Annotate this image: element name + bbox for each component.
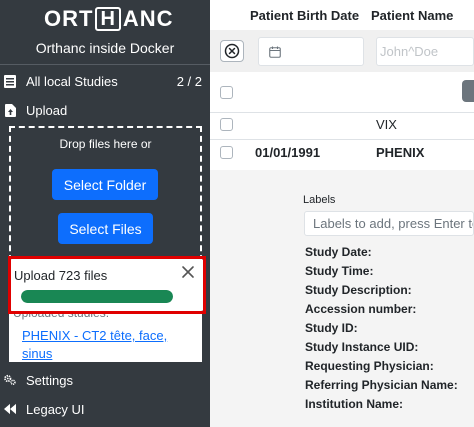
sidebar-subtitle: Orthanc inside Docker [35, 40, 175, 56]
field-study-instance-uid: Study Instance UID: [305, 340, 419, 354]
sidebar-item-label: Upload [26, 102, 68, 118]
uploaded-study-link[interactable]: PHENIX - CT2 tête, face, sinus [22, 327, 192, 363]
logo-text-h: H [95, 7, 121, 31]
field-study-description: Study Description: [305, 283, 412, 297]
sidebar-item-label: All local Studies [26, 73, 118, 89]
field-study-date: Study Date: [305, 245, 372, 259]
select-folder-button[interactable]: Select Folder [52, 169, 158, 200]
field-requesting-physician: Requesting Physician: [305, 359, 434, 373]
row-checkbox[interactable] [220, 146, 233, 159]
gears-icon [4, 373, 16, 387]
logo-text-right: ANC [122, 6, 174, 31]
sidebar-item-settings[interactable]: Settings [0, 368, 210, 392]
table-header: Patient Birth Date Patient Name [210, 0, 474, 30]
cell-patient-name[interactable]: VIX [376, 117, 397, 132]
circle-x-icon [224, 43, 240, 59]
select-files-button[interactable]: Select Files [58, 213, 153, 244]
row-checkbox[interactable] [220, 118, 233, 131]
patient-name-filter[interactable] [376, 37, 474, 66]
cell-patient-name[interactable]: PHENIX [376, 145, 424, 160]
toast-highlight-frame [8, 256, 206, 314]
field-institution-name: Institution Name: [305, 397, 403, 411]
sidebar-divider [0, 64, 210, 65]
sidebar-item-all-local-studies[interactable]: All local Studies 2 / 2 [0, 69, 210, 93]
studies-panel: Patient Birth Date Patient Name VIX 01/0… [210, 0, 474, 427]
calendar-icon [269, 46, 281, 58]
row-divider [210, 112, 474, 113]
sidebar-item-label: Legacy UI [26, 401, 85, 417]
sidebar: ORT H ANC Orthanc inside Docker All loca… [0, 0, 210, 427]
row-divider [210, 139, 474, 140]
drop-instructions: Drop files here or [59, 137, 152, 151]
field-accession-number: Accession number: [305, 302, 417, 316]
orthanc-logo[interactable]: ORT H ANC [44, 6, 174, 31]
column-header-patient-name[interactable]: Patient Name [371, 8, 453, 23]
cell-birth-date[interactable]: 01/01/1991 [255, 145, 320, 160]
field-study-id: Study ID: [305, 321, 358, 335]
sidebar-item-label: Settings [26, 372, 73, 388]
toolbar-toggle-tab[interactable] [462, 80, 474, 102]
list-icon [4, 74, 16, 88]
birth-date-filter[interactable] [258, 37, 364, 66]
select-all-checkbox[interactable] [220, 86, 233, 99]
labels-input[interactable] [304, 211, 474, 236]
select-all-row [210, 72, 474, 112]
column-header-birth-date[interactable]: Patient Birth Date [250, 8, 359, 23]
sidebar-item-upload[interactable]: Upload [0, 98, 210, 122]
labels-title: Labels [303, 194, 336, 206]
field-referring-physician: Referring Physician Name: [305, 378, 458, 392]
backward-icon [4, 402, 16, 416]
file-upload-icon [4, 103, 16, 117]
field-study-time: Study Time: [305, 264, 374, 278]
clear-filters-button[interactable] [220, 40, 244, 62]
sidebar-item-legacy-ui[interactable]: Legacy UI [0, 397, 210, 421]
logo-text-left: ORT [44, 6, 94, 31]
studies-count: 2 / 2 [176, 73, 202, 89]
